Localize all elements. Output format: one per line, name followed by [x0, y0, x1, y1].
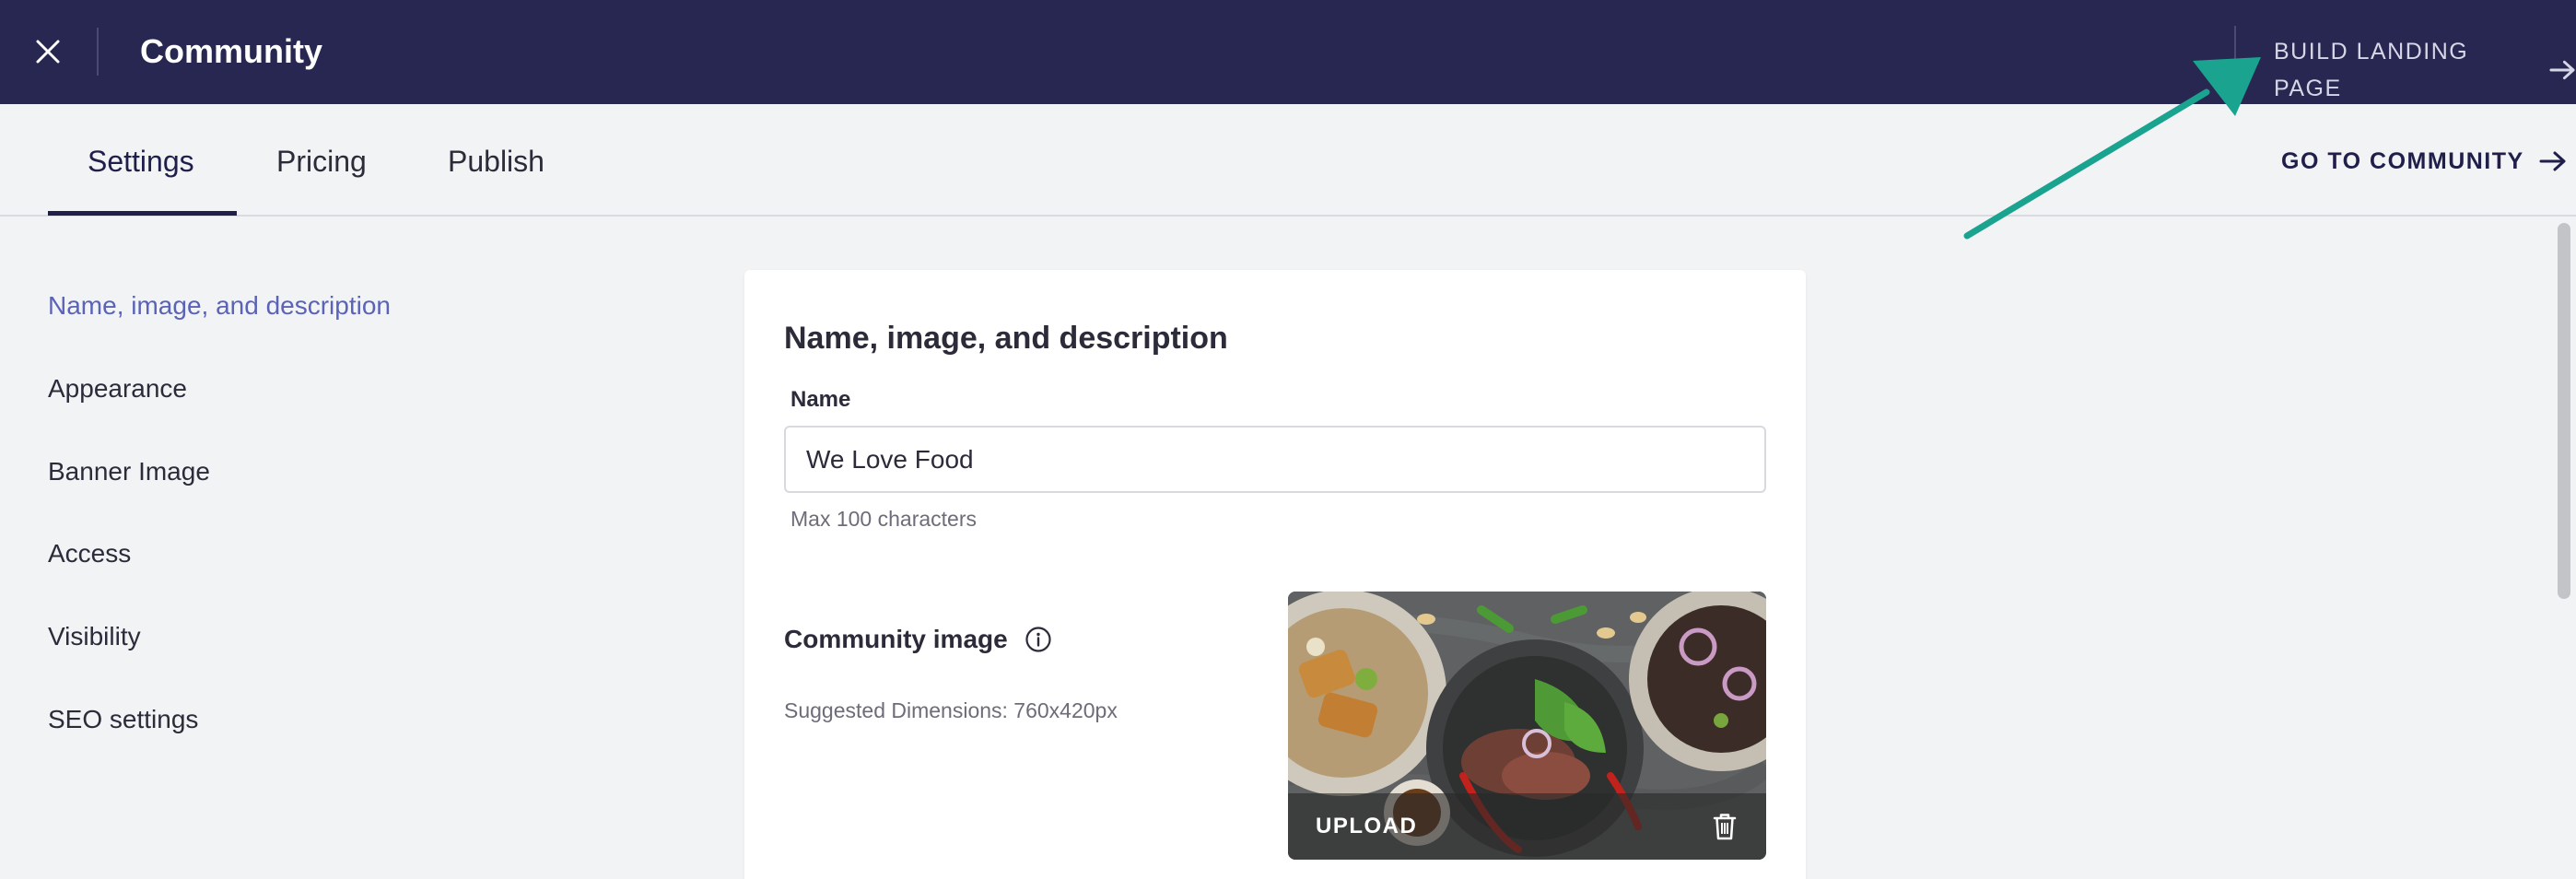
tab-pricing[interactable]: Pricing: [276, 141, 367, 182]
tabs-bar: Settings Pricing Publish GO TO COMMUNITY: [0, 104, 2576, 217]
header-divider: [97, 28, 99, 76]
build-landing-page-link[interactable]: BUILD LANDING PAGE: [2274, 33, 2576, 107]
arrow-right-icon: [2539, 151, 2566, 171]
sidebar-item-banner-image[interactable]: Banner Image: [48, 453, 210, 490]
active-tab-indicator: [48, 211, 237, 216]
sidebar-item-access[interactable]: Access: [48, 535, 131, 572]
close-button[interactable]: [28, 31, 68, 72]
section-title: Name, image, and description: [784, 321, 1228, 356]
sidebar-item-seo-settings[interactable]: SEO settings: [48, 701, 198, 738]
top-bar: Community BUILD LANDING PAGE: [0, 0, 2576, 104]
name-input[interactable]: [784, 426, 1766, 493]
settings-card: Name, image, and description Name Max 10…: [744, 270, 1806, 879]
community-image-preview[interactable]: UPLOAD: [1288, 592, 1766, 860]
arrow-right-icon: [2549, 60, 2575, 80]
scrollbar-thumb[interactable]: [2558, 223, 2570, 599]
community-image-label-row: Community image: [784, 621, 1052, 658]
upload-button[interactable]: UPLOAD: [1316, 812, 1417, 841]
sidebar-item-appearance[interactable]: Appearance: [48, 370, 187, 407]
header-divider-right: [2234, 26, 2236, 74]
build-landing-page-label: BUILD LANDING PAGE: [2274, 39, 2469, 101]
tab-settings[interactable]: Settings: [88, 141, 194, 182]
name-label: Name: [790, 387, 851, 412]
close-icon: [36, 40, 60, 64]
name-helper-text: Max 100 characters: [790, 507, 977, 531]
go-to-community-label: GO TO COMMUNITY: [2281, 148, 2524, 174]
trash-icon: [1713, 814, 1737, 840]
go-to-community-link[interactable]: GO TO COMMUNITY: [2281, 143, 2567, 180]
suggested-dimensions: Suggested Dimensions: 760x420px: [784, 698, 1118, 722]
tab-publish[interactable]: Publish: [448, 141, 544, 182]
sidebar-item-visibility[interactable]: Visibility: [48, 618, 141, 655]
sidebar-item-name-image-description[interactable]: Name, image, and description: [48, 287, 391, 324]
page-title: Community: [140, 32, 322, 70]
community-image-label: Community image: [784, 625, 1008, 653]
delete-image-button[interactable]: [1711, 812, 1739, 841]
info-icon[interactable]: [1025, 626, 1052, 653]
